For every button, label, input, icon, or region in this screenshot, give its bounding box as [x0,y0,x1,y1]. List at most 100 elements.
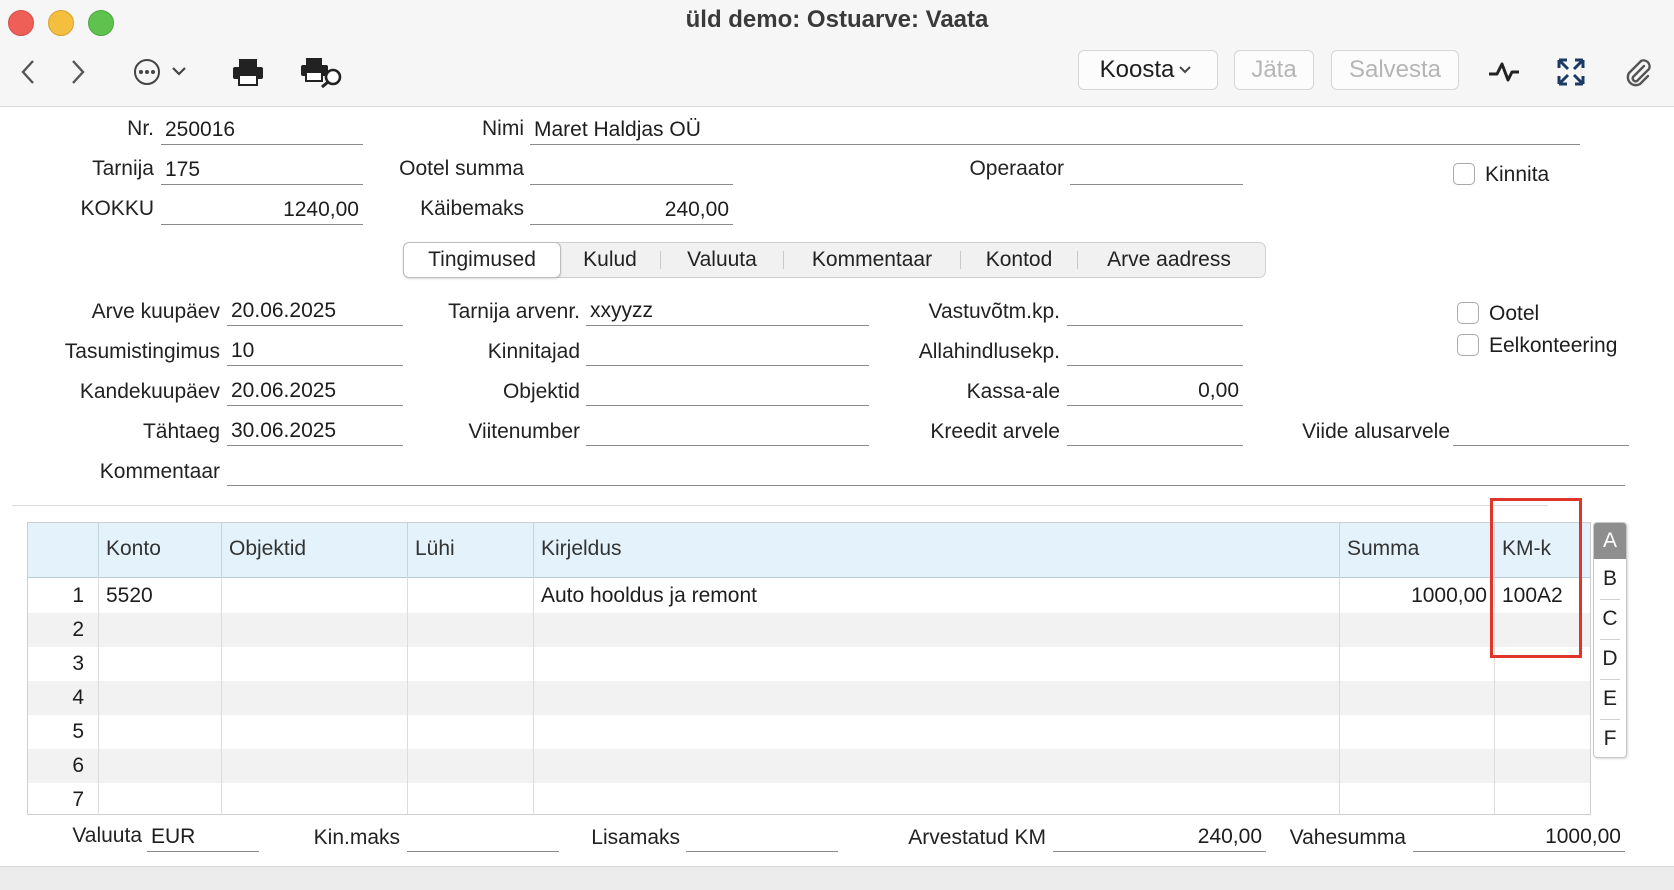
column-divider [98,577,99,814]
supplier-invno-field[interactable]: xxyyzz [586,296,869,326]
discard-button-label: Jäta [1251,56,1297,83]
tab-arve-aadress[interactable]: Arve aadress [1078,243,1260,277]
kinmaks-label: Kin.maks [313,826,400,849]
table-row[interactable]: 2 [28,613,1590,647]
compose-button-label: Koosta [1099,56,1175,83]
objects-field[interactable] [586,376,869,406]
base-invoice-label: Viide alusarvele [1302,420,1450,443]
nr-field[interactable]: 250016 [161,115,363,145]
comment-field[interactable] [227,456,1625,486]
group-letter-c[interactable]: C [1594,601,1626,637]
kinmaks-field[interactable] [407,822,559,852]
objektid-cell[interactable] [221,579,408,613]
group-letter-e[interactable]: E [1594,681,1626,717]
calculated-vat-label: Arvestatud KM [908,826,1046,849]
table-row[interactable]: 1 5520 Auto hooldus ja remont 1000,00 10… [28,579,1590,613]
letter-separator [1600,679,1620,680]
summa-cell[interactable]: 1000,00 [1339,579,1495,613]
discard-button[interactable]: Jäta [1234,50,1314,90]
currency-label: Valuuta [72,824,142,847]
kirjeldus-cell[interactable]: Auto hooldus ja remont [533,579,1339,613]
due-date-label: Tähtaeg [142,420,220,443]
calculated-vat-field[interactable]: 240,00 [1053,822,1266,852]
attachment-icon[interactable] [1620,54,1656,90]
group-letter-d[interactable]: D [1594,641,1626,677]
confirm-checkbox[interactable] [1453,163,1475,185]
compose-button[interactable]: Koosta [1078,50,1218,90]
payment-terms-label: Tasumistingimus [64,340,220,363]
row-number: 4 [72,686,84,709]
confirm-label: Kinnita [1485,163,1550,186]
column-header-luhi[interactable]: Lühi [407,523,534,577]
payment-terms-field[interactable]: 10 [227,336,403,366]
tab-kommentaar[interactable]: Kommentaar [784,243,960,277]
invoice-date-label: Arve kuupäev [91,300,220,323]
total-field[interactable]: 1240,00 [161,195,363,225]
row-number: 7 [72,788,84,811]
save-button[interactable]: Salvesta [1331,50,1459,90]
supplier-field[interactable]: 175 [161,155,363,185]
reference-number-label: Viitenumber [468,420,580,443]
print-icon[interactable] [230,54,266,90]
entry-date-field[interactable]: 20.06.2025 [227,376,403,406]
objects-label: Objektid [502,380,580,403]
group-letter-f[interactable]: F [1594,721,1626,757]
nr-label: Nr. [127,117,154,140]
base-invoice-field[interactable] [1453,416,1629,446]
pending-sum-field[interactable] [530,155,733,185]
tab-kulud[interactable]: Kulud [560,243,660,277]
comment-label: Kommentaar [99,460,220,483]
table-row[interactable]: 6 [28,749,1590,783]
subtotal-label: Vahesumma [1289,826,1406,849]
table-row[interactable]: 7 [28,783,1590,814]
letter-separator [1600,599,1620,600]
due-date-field[interactable]: 30.06.2025 [227,416,403,446]
reference-number-field[interactable] [586,416,869,446]
column-header-summa[interactable]: Summa [1339,523,1495,577]
column-header-objektid[interactable]: Objektid [221,523,408,577]
cash-discount-field[interactable]: 0,00 [1067,376,1243,406]
approvers-field[interactable] [586,336,869,366]
tab-valuuta[interactable]: Valuuta [661,243,783,277]
column-header-konto[interactable]: Konto [98,523,222,577]
window-titlebar: üld demo: Ostuarve: Vaata Koosta Jäta Sa… [0,0,1674,107]
more-actions-icon[interactable] [132,54,194,90]
row-number: 2 [72,618,84,641]
group-letter-b[interactable]: B [1594,561,1626,597]
window-bottom-bar [0,866,1674,890]
credit-label: Kreedit arvele [930,420,1060,443]
luhi-cell[interactable] [407,579,534,613]
column-divider [533,577,534,814]
supplier-invno-label: Tarnija arvenr. [448,300,580,323]
pending-label: Ootel [1489,302,1540,325]
tab-kontod[interactable]: Kontod [961,243,1077,277]
back-icon[interactable] [14,54,42,90]
name-field[interactable]: Maret Haldjas OÜ [530,115,1580,145]
group-letter-a[interactable]: A [1594,523,1626,559]
table-row[interactable]: 5 [28,715,1590,749]
table-row[interactable]: 3 [28,647,1590,681]
credit-field[interactable] [1067,416,1243,446]
column-header-kirjeldus[interactable]: Kirjeldus [533,523,1367,577]
operator-field[interactable] [1070,155,1243,185]
activity-icon[interactable] [1486,54,1522,90]
discount-date-label: Allahindlusekp. [918,340,1060,363]
letter-separator [1600,719,1620,720]
lisamaks-field[interactable] [686,822,838,852]
invoice-date-field[interactable]: 20.06.2025 [227,296,403,326]
preaccount-checkbox[interactable] [1457,334,1479,356]
konto-cell[interactable]: 5520 [98,579,222,613]
section-divider [12,505,1548,506]
fullscreen-icon[interactable] [1554,54,1588,90]
table-row[interactable]: 4 [28,681,1590,715]
discount-date-field[interactable] [1067,336,1243,366]
received-date-field[interactable] [1067,296,1243,326]
tab-tingimused[interactable]: Tingimused [403,242,561,278]
currency-field[interactable]: EUR [147,822,259,852]
subtotal-field[interactable]: 1000,00 [1413,822,1625,852]
pending-checkbox[interactable] [1457,302,1479,324]
print-preview-icon[interactable] [300,54,346,90]
save-button-label: Salvesta [1348,56,1442,83]
forward-icon[interactable] [64,54,92,90]
vat-field[interactable]: 240,00 [530,195,733,225]
